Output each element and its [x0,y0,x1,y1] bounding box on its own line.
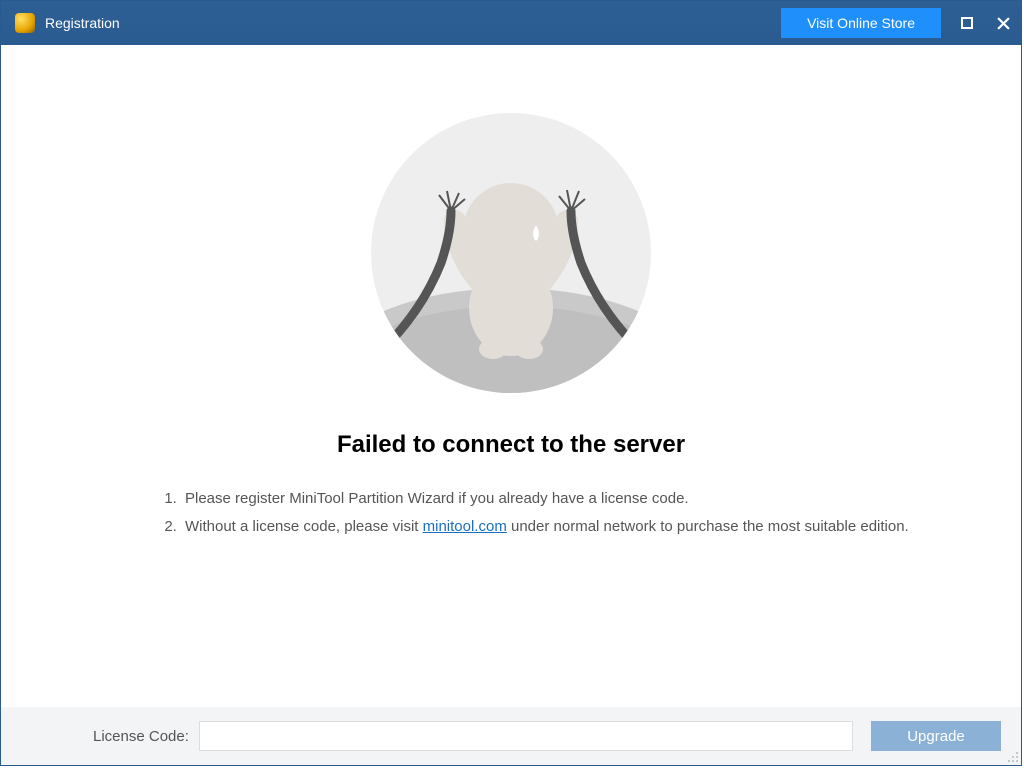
hint2-suffix: under normal network to purchase the mos… [507,518,909,535]
hint-item-1: Please register MiniTool Partition Wizar… [181,485,961,513]
close-icon [997,17,1010,30]
upgrade-button[interactable]: Upgrade [871,721,1001,751]
close-button[interactable] [985,1,1021,45]
maximize-button[interactable] [949,1,985,45]
hint-list: Please register MiniTool Partition Wizar… [61,485,961,541]
content-area: Failed to connect to the server Please r… [1,45,1021,707]
license-code-input[interactable] [199,721,853,751]
maximize-icon [961,17,973,29]
window-title: Registration [45,15,120,31]
registration-window: Registration Visit Online Store [0,0,1022,766]
connection-failed-illustration [361,103,661,403]
visit-online-store-button[interactable]: Visit Online Store [781,8,941,38]
hint-item-2: Without a license code, please visit min… [181,513,961,541]
hint2-prefix: Without a license code, please visit [185,518,423,535]
minitool-link[interactable]: minitool.com [423,518,507,535]
titlebar: Registration Visit Online Store [1,1,1021,45]
resize-grip-icon[interactable] [1007,751,1019,763]
error-title: Failed to connect to the server [337,431,685,459]
footer: License Code: Upgrade [1,707,1021,765]
license-code-label: License Code: [93,728,189,745]
app-icon [15,13,35,33]
